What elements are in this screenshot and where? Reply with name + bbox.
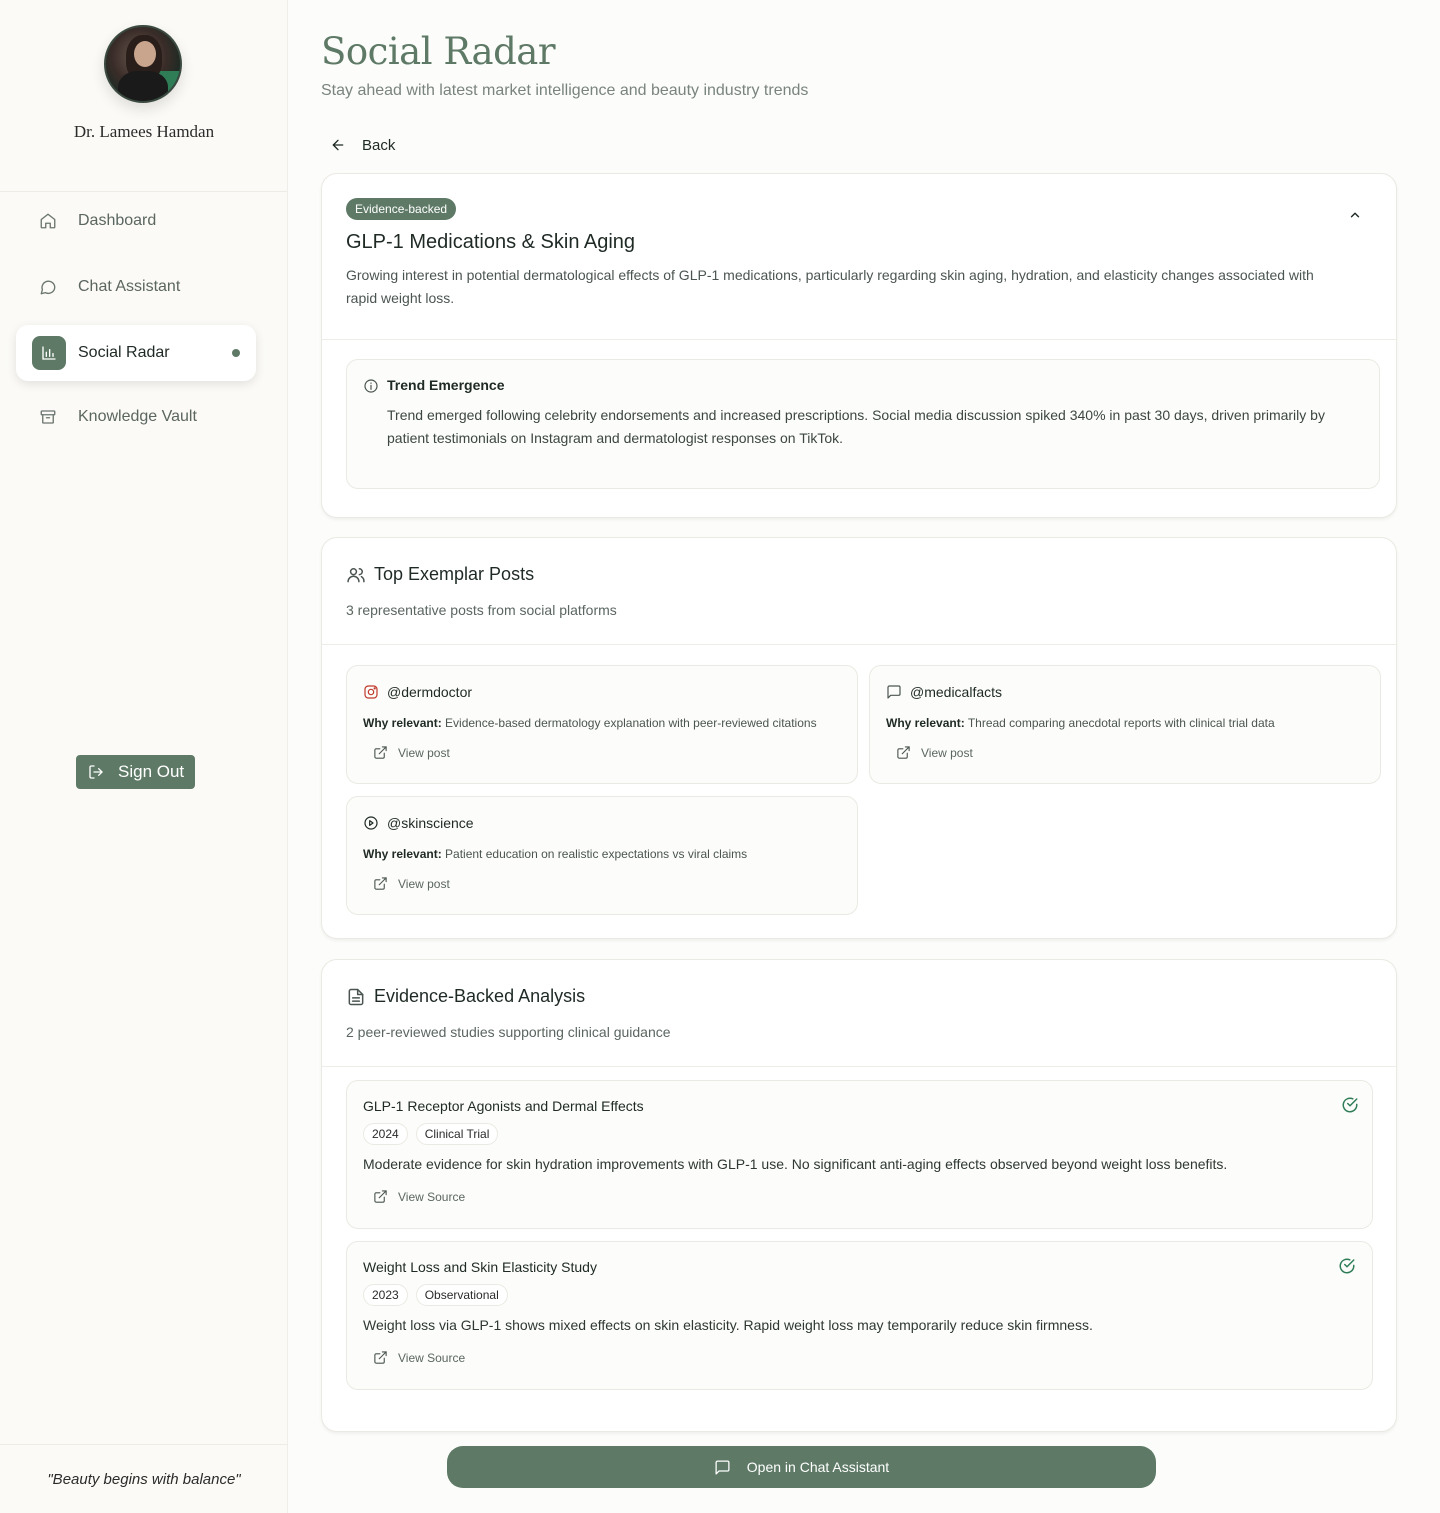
active-indicator-dot bbox=[232, 349, 240, 357]
view-post-label: View post bbox=[398, 876, 450, 891]
analysis-header: Evidence-Backed Analysis bbox=[346, 986, 585, 1007]
play-circle-icon bbox=[364, 816, 378, 830]
home-icon bbox=[38, 211, 58, 231]
why-relevant-text: Patient education on realistic expectati… bbox=[445, 847, 748, 861]
view-source-link[interactable]: View Source bbox=[373, 1189, 465, 1204]
post-card: @dermdoctor Why relevant: Evidence-based… bbox=[346, 665, 858, 784]
back-label: Back bbox=[362, 136, 396, 154]
arrow-left-icon bbox=[332, 139, 344, 151]
post-why-relevant: Why relevant: Thread comparing anecdotal… bbox=[886, 716, 1275, 730]
analysis-title: Evidence-Backed Analysis bbox=[374, 986, 586, 1006]
page-title: Social Radar bbox=[321, 30, 556, 73]
bar-chart-icon bbox=[32, 336, 66, 370]
view-source-label: View Source bbox=[398, 1189, 466, 1204]
post-handle[interactable]: @dermdoctor bbox=[363, 684, 472, 700]
trend-emergence-title: Trend Emergence bbox=[387, 377, 505, 393]
view-post-link[interactable]: View post bbox=[373, 876, 450, 891]
open-chat-label: Open in Chat Assistant bbox=[746, 1459, 890, 1475]
post-handle-text: @medicalfacts bbox=[910, 684, 1003, 700]
document-icon bbox=[348, 988, 364, 1005]
study-title: Weight Loss and Skin Elasticity Study bbox=[363, 1259, 597, 1275]
trend-title: GLP-1 Medications & Skin Aging bbox=[346, 231, 636, 253]
nav-label-knowledge-vault: Knowledge Vault bbox=[78, 408, 197, 425]
profile-name: Dr. Lamees Hamdan bbox=[73, 122, 215, 141]
external-link-icon bbox=[374, 877, 387, 890]
nav-label-dashboard: Dashboard bbox=[78, 212, 157, 229]
post-handle-text: @skinscience bbox=[387, 815, 474, 831]
view-post-link[interactable]: View post bbox=[896, 745, 973, 760]
footer-quote: "Beauty begins with balance" bbox=[0, 1444, 288, 1513]
exemplar-posts-title: Top Exemplar Posts bbox=[374, 564, 535, 584]
view-post-label: View post bbox=[921, 745, 973, 760]
study-type-tag: Observational bbox=[415, 1284, 508, 1306]
study-year-tag: 2023 bbox=[363, 1284, 408, 1306]
external-link-icon bbox=[374, 1190, 387, 1203]
exemplar-posts-header: Top Exemplar Posts bbox=[346, 564, 534, 585]
sidebar: Dr. Lamees Hamdan Dashboard Chat Assista… bbox=[0, 0, 288, 1513]
why-relevant-label: Why relevant: bbox=[886, 716, 965, 730]
external-link-icon bbox=[897, 746, 910, 759]
why-relevant-text: Thread comparing anecdotal reports with … bbox=[967, 716, 1275, 730]
comment-icon bbox=[715, 1459, 730, 1475]
collapse-button[interactable] bbox=[1344, 204, 1366, 226]
post-card: @medicalfacts Why relevant: Thread compa… bbox=[869, 665, 1381, 784]
post-why-relevant: Why relevant: Patient education on reali… bbox=[363, 847, 747, 861]
chevron-up-icon bbox=[1350, 212, 1360, 218]
sign-out-button[interactable]: Sign Out bbox=[76, 755, 195, 789]
why-relevant-label: Why relevant: bbox=[363, 716, 442, 730]
profile-section: Dr. Lamees Hamdan bbox=[0, 0, 287, 192]
study-type-tag: Clinical Trial bbox=[415, 1123, 499, 1145]
study-summary: Weight loss via GLP-1 shows mixed effect… bbox=[363, 1317, 1093, 1333]
study-tags: 2024 Clinical Trial bbox=[363, 1123, 499, 1145]
study-card: GLP-1 Receptor Agonists and Dermal Effec… bbox=[346, 1080, 1373, 1229]
why-relevant-text: Evidence-based dermatology explanation w… bbox=[445, 716, 817, 730]
nav-item-social-radar[interactable]: Social Radar bbox=[16, 325, 256, 381]
divider bbox=[322, 339, 1396, 340]
sign-out-icon bbox=[89, 765, 103, 779]
analysis-subtitle: 2 peer-reviewed studies supporting clini… bbox=[346, 1024, 671, 1040]
view-source-label: View Source bbox=[398, 1350, 466, 1365]
sign-out-label: Sign Out bbox=[118, 762, 185, 781]
external-link-icon bbox=[374, 746, 387, 759]
nav-item-chat-assistant[interactable]: Chat Assistant bbox=[16, 259, 256, 315]
page-subtitle: Stay ahead with latest market intelligen… bbox=[321, 82, 809, 99]
comment-icon bbox=[887, 685, 901, 699]
avatar[interactable] bbox=[104, 25, 182, 103]
exemplar-posts-subtitle: 3 representative posts from social platf… bbox=[346, 602, 617, 618]
study-year-tag: 2024 bbox=[363, 1123, 408, 1145]
check-circle-icon bbox=[1341, 1096, 1359, 1119]
divider bbox=[322, 1066, 1396, 1067]
post-card: @skinscience Why relevant: Patient educa… bbox=[346, 796, 858, 915]
users-icon bbox=[347, 567, 365, 582]
chat-icon bbox=[38, 277, 58, 297]
trend-description: Growing interest in potential dermatolog… bbox=[346, 267, 1314, 306]
post-handle[interactable]: @medicalfacts bbox=[886, 684, 1002, 700]
divider bbox=[322, 644, 1396, 645]
nav-item-dashboard[interactable]: Dashboard bbox=[16, 193, 256, 249]
study-card: Weight Loss and Skin Elasticity Study 20… bbox=[346, 1241, 1373, 1390]
evidence-badge: Evidence-backed bbox=[346, 198, 457, 220]
external-link-icon bbox=[374, 1351, 387, 1364]
study-title: GLP-1 Receptor Agonists and Dermal Effec… bbox=[363, 1098, 644, 1114]
trend-emergence-text: Trend emerged following celebrity endors… bbox=[387, 407, 1325, 446]
view-post-label: View post bbox=[398, 745, 450, 760]
archive-icon bbox=[38, 407, 58, 427]
post-handle[interactable]: @skinscience bbox=[363, 815, 474, 831]
post-why-relevant: Why relevant: Evidence-based dermatology… bbox=[363, 716, 817, 730]
instagram-icon bbox=[364, 685, 378, 699]
view-source-link[interactable]: View Source bbox=[373, 1350, 465, 1365]
study-tags: 2023 Observational bbox=[363, 1284, 508, 1306]
why-relevant-label: Why relevant: bbox=[363, 847, 442, 861]
nav-label-social-radar: Social Radar bbox=[78, 344, 170, 361]
open-in-chat-assistant-button[interactable]: Open in Chat Assistant bbox=[447, 1446, 1156, 1488]
back-button[interactable]: Back bbox=[330, 133, 395, 157]
post-handle-text: @dermdoctor bbox=[387, 684, 473, 700]
info-icon bbox=[363, 378, 379, 399]
check-circle-icon bbox=[1338, 1257, 1356, 1280]
nav-label-chat-assistant: Chat Assistant bbox=[78, 278, 181, 295]
view-post-link[interactable]: View post bbox=[373, 745, 450, 760]
study-summary: Moderate evidence for skin hydration imp… bbox=[363, 1156, 1228, 1172]
nav-item-knowledge-vault[interactable]: Knowledge Vault bbox=[16, 389, 256, 445]
